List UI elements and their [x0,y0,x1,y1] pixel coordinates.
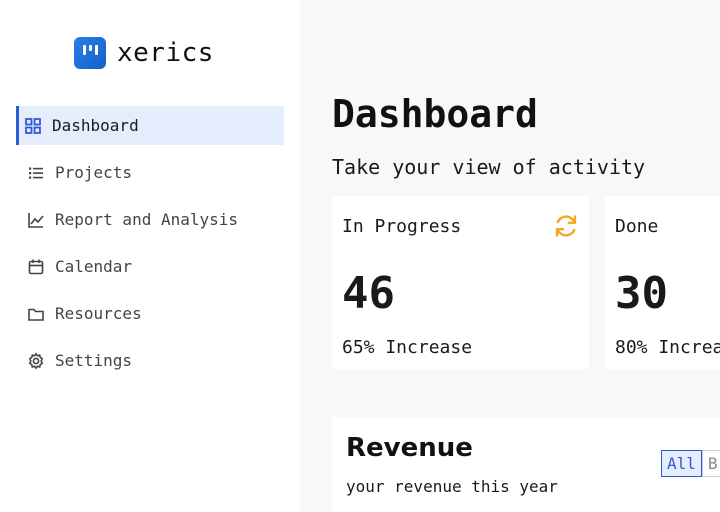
stat-card-done: Done 30 80% Increase [605,196,720,369]
revenue-title: Revenue [346,433,473,463]
card-title: In Progress [342,216,462,237]
sidebar-item-label: Resources [55,304,142,323]
list-icon [29,167,43,179]
filter-all-button[interactable]: All [661,450,702,477]
brand[interactable]: xerics [74,37,214,69]
card-value: 46 [342,268,395,319]
stat-card-in-progress: In Progress 46 65% Increase [332,196,589,369]
brand-name: xerics [117,38,214,68]
sidebar-item-dashboard[interactable]: Dashboard [16,106,284,145]
refresh-icon[interactable] [553,213,579,239]
card-value: 30 [615,268,668,319]
folder-icon [28,308,44,321]
sidebar-item-settings[interactable]: Settings [16,341,284,380]
card-delta: 65% Increase [342,337,473,358]
sidebar-item-label: Projects [55,163,133,182]
logo-icon [74,37,106,69]
calendar-icon [28,259,44,274]
sidebar-item-label: Dashboard [52,116,139,135]
sidebar-item-label: Settings [55,351,133,370]
revenue-panel: Revenue your revenue this year All B [332,417,720,512]
revenue-subtitle: your revenue this year [346,477,558,496]
sidebar-item-label: Calendar [55,257,133,276]
filter-button[interactable]: B [701,450,720,477]
sidebar-item-label: Report and Analysis [55,210,239,229]
sidebar-nav: Dashboard Projects Report and Analysis C… [16,106,284,388]
card-delta: 80% Increase [615,337,720,358]
page-subtitle: Take your view of activity [332,155,646,179]
chart-icon [28,212,44,228]
card-title: Done [615,216,659,237]
sidebar-item-report[interactable]: Report and Analysis [16,200,284,239]
sidebar-item-projects[interactable]: Projects [16,153,284,192]
gear-icon [28,351,44,370]
sidebar-item-resources[interactable]: Resources [16,294,284,333]
main-content: Dashboard Take your view of activity In … [300,0,720,512]
page-title: Dashboard [332,92,538,136]
sidebar: xerics Dashboard Projects Report and Ana… [0,0,300,512]
grid-icon [25,117,41,134]
sidebar-item-calendar[interactable]: Calendar [16,247,284,286]
revenue-filter: All B [661,450,720,477]
